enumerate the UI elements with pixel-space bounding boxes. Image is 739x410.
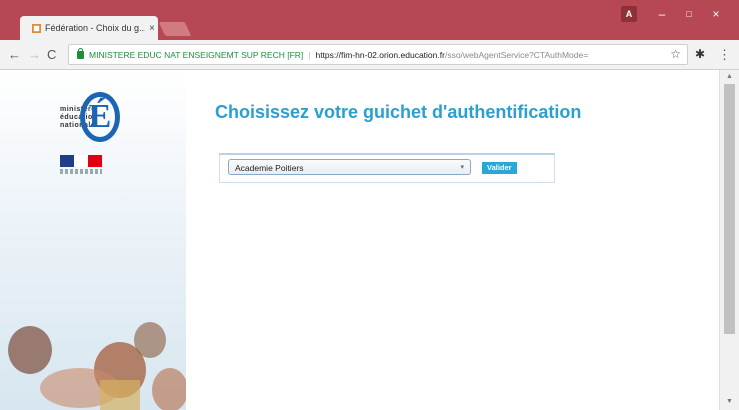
students-photo xyxy=(8,322,186,410)
chevron-down-icon: ▾ xyxy=(460,164,464,171)
browser-title-bar: Fédération - Choix du g... × A – □ × xyxy=(0,0,739,40)
page-title: Choisissez votre guichet d'authentificat… xyxy=(215,102,582,122)
marianne-flag-logo xyxy=(60,155,102,175)
lock-icon[interactable] xyxy=(77,47,84,59)
new-tab-button[interactable] xyxy=(158,22,192,36)
sidebar: ministère éducation nationale É xyxy=(0,70,186,410)
user-profile-button[interactable]: A xyxy=(621,6,637,22)
academy-select[interactable]: Academie Poitiers ▾ xyxy=(228,159,471,175)
marianne-caption xyxy=(60,169,102,174)
tab-title: Fédération - Choix du g... xyxy=(45,23,145,33)
forward-arrow-icon[interactable]: → xyxy=(28,47,41,63)
back-arrow-icon[interactable]: ← xyxy=(8,47,21,63)
browser-tab[interactable]: Fédération - Choix du g... × xyxy=(20,16,158,40)
minimize-button[interactable]: – xyxy=(655,6,669,22)
auth-form: Academie Poitiers ▾ Valider xyxy=(219,153,555,183)
validate-button[interactable]: Valider xyxy=(482,162,517,174)
url-host: https://fim-hn-02.orion.education.fr xyxy=(315,49,445,60)
star-icon[interactable]: ☆ xyxy=(670,47,681,61)
site-identity: MINISTERE EDUC NAT ENSEIGNEMT SUP RECH [… xyxy=(89,49,304,60)
reload-icon[interactable]: C xyxy=(47,47,56,63)
scroll-down-icon[interactable]: ▼ xyxy=(726,398,733,405)
logo-letter: É xyxy=(80,92,120,142)
scroll-up-icon[interactable]: ▲ xyxy=(726,73,733,80)
ministry-logo: ministère éducation nationale É xyxy=(60,84,122,150)
favicon-icon xyxy=(32,23,41,33)
url-path: /sso/webAgentService?CTAuthMode= xyxy=(444,49,589,60)
vertical-scrollbar[interactable]: ▲ ▼ xyxy=(719,70,739,410)
maximize-button[interactable]: □ xyxy=(682,6,696,22)
scrollbar-thumb[interactable] xyxy=(724,84,735,334)
flag-icon xyxy=(60,155,102,167)
page-viewport: ministère éducation nationale É Choisiss… xyxy=(0,70,739,410)
close-window-button[interactable]: × xyxy=(709,6,723,22)
close-tab-icon[interactable]: × xyxy=(149,23,155,34)
browser-toolbar: ← → C MINISTERE EDUC NAT ENSEIGNEMT SUP … xyxy=(0,40,739,70)
menu-icon[interactable]: ⋮ xyxy=(718,47,731,63)
address-bar[interactable]: MINISTERE EDUC NAT ENSEIGNEMT SUP RECH [… xyxy=(68,44,688,65)
select-value: Academie Poitiers xyxy=(235,163,304,173)
extension-icon[interactable]: ✱ xyxy=(695,47,705,61)
url-separator: | xyxy=(308,49,311,60)
